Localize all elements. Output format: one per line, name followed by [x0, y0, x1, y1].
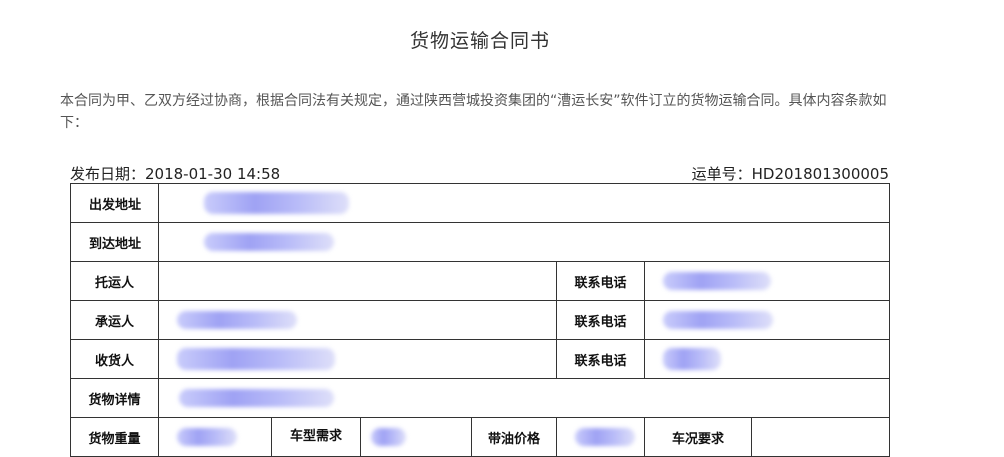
table-row-carrier: 承运人 联系电话 — [70, 300, 891, 340]
consignee-label: 收货人 — [70, 339, 159, 379]
vehicle-type-cell: 车型需求 — [271, 417, 472, 457]
cargo-details-label: 货物详情 — [70, 378, 159, 418]
contract-table: 出发地址 到达地址 托运人 联系电话 承运人 联系电话 收货人 联系电话 货物详… — [70, 183, 891, 457]
contract-title: 货物运输合同书 — [409, 30, 550, 52]
vehicle-condition-label: 车况要求 — [644, 417, 752, 457]
table-row-destination: 到达地址 — [70, 222, 891, 262]
departure-label: 出发地址 — [70, 183, 159, 223]
table-row-cargo-details: 货物详情 — [70, 378, 891, 418]
table-row-cargo-specs: 货物重量 车型需求 带油价格 车况要求 — [70, 417, 891, 457]
vehicle-condition-value — [750, 417, 891, 457]
carrier-value-redacted — [158, 300, 557, 340]
consignor-phone-redacted — [643, 261, 891, 301]
departure-value-redacted — [157, 183, 891, 223]
table-row-consignee: 收货人 联系电话 — [70, 339, 891, 379]
carrier-label: 承运人 — [70, 300, 159, 340]
contract-intro: 本合同为甲、乙双方经过协商，根据合同法有关规定，通过陕西营城投资集团的“漕运长安… — [60, 93, 887, 131]
cargo-weight-label: 货物重量 — [70, 417, 159, 457]
consignee-value-redacted — [158, 339, 557, 379]
consignor-phone-label: 联系电话 — [556, 261, 645, 301]
waybill-number: 运单号：HD201801300005 — [691, 165, 889, 183]
price-with-fuel-redacted — [556, 417, 645, 457]
carrier-phone-label: 联系电话 — [556, 300, 645, 340]
consignee-phone-redacted — [643, 339, 891, 379]
consignee-phone-label: 联系电话 — [556, 339, 645, 379]
consignor-value — [158, 261, 557, 301]
vehicle-type-redacted — [361, 428, 406, 446]
vehicle-type-label: 车型需求 — [272, 418, 361, 456]
carrier-phone-redacted — [643, 300, 891, 340]
destination-label: 到达地址 — [70, 222, 159, 262]
destination-value-redacted — [157, 222, 891, 262]
cargo-details-redacted — [157, 378, 891, 418]
consignor-label: 托运人 — [70, 261, 159, 301]
table-row-departure: 出发地址 — [70, 183, 891, 223]
cargo-weight-redacted — [158, 417, 272, 457]
publish-date: 发布日期：2018-01-30 14:58 — [70, 165, 281, 183]
price-with-fuel-label: 带油价格 — [471, 417, 557, 457]
table-row-consignor: 托运人 联系电话 — [70, 261, 891, 301]
